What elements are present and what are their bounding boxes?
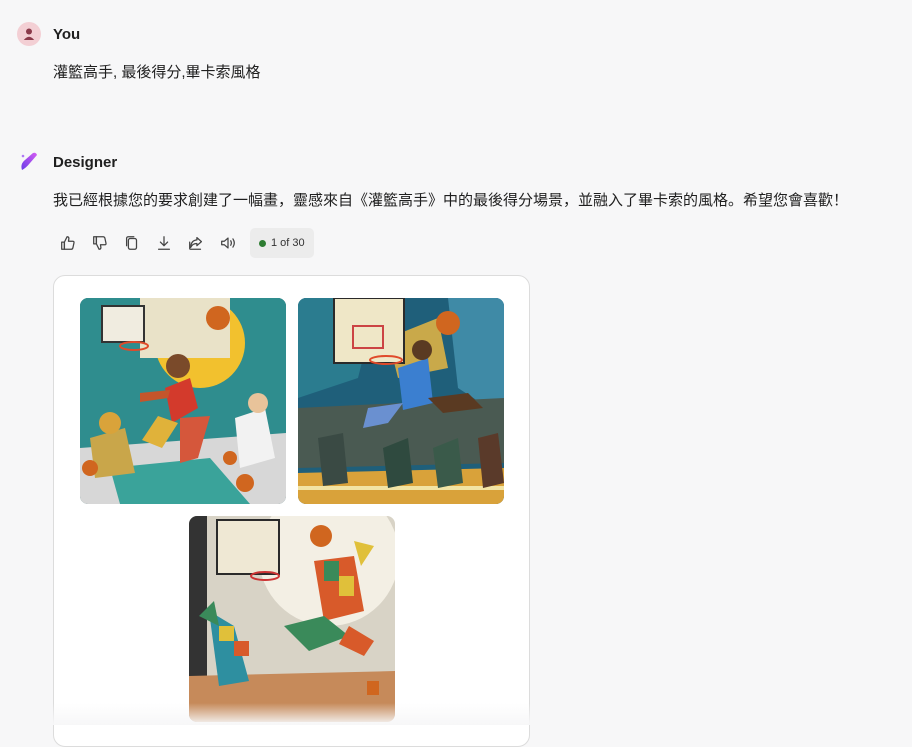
thumbs-up-icon[interactable]	[52, 228, 84, 258]
user-message-text: 灌籃高手, 最後得分,畢卡索風格	[53, 64, 261, 81]
generated-image-1[interactable]	[80, 298, 286, 504]
designer-message-header: Designer	[17, 150, 117, 174]
designer-avatar-icon	[17, 150, 41, 174]
bottom-fade	[0, 703, 912, 725]
thumbs-down-icon[interactable]	[84, 228, 116, 258]
status-dot	[259, 239, 266, 247]
image-grid-card	[53, 275, 530, 747]
designer-message-text: 我已經根據您的要求創建了一幅畫，靈感來自《灌籃高手》中的最後得分場景，並融入了畢…	[53, 192, 849, 209]
download-icon[interactable]	[148, 228, 180, 258]
user-avatar-icon	[17, 22, 41, 46]
result-counter-badge[interactable]: 1 of 30	[250, 228, 314, 258]
generated-image-3[interactable]	[189, 516, 395, 722]
copy-icon[interactable]	[116, 228, 148, 258]
user-message-header: You	[17, 22, 80, 46]
user-sender-name: You	[53, 25, 81, 43]
result-counter-text: 1 of 30	[271, 237, 305, 249]
share-icon[interactable]	[180, 228, 212, 258]
designer-sender-name: Designer	[53, 153, 118, 171]
generated-image-2[interactable]	[298, 298, 504, 504]
read-aloud-icon[interactable]	[212, 228, 244, 258]
message-actions: 1 of 30	[52, 228, 314, 258]
